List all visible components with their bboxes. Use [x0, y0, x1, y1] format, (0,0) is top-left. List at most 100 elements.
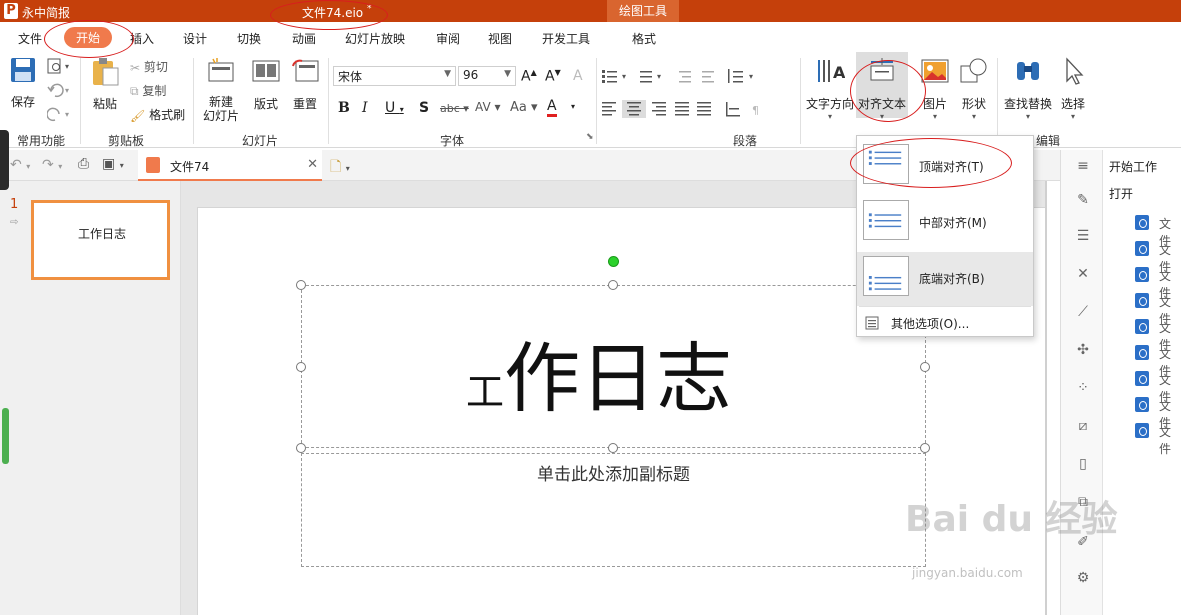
menu-item-align-middle[interactable]: 中部对齐(M) [857, 196, 1033, 250]
panel-resize-handle[interactable] [0, 130, 9, 190]
resize-handle-nw[interactable] [296, 280, 306, 290]
font-size-select[interactable]: 96 ▼ [458, 66, 516, 86]
resize-handle-se[interactable] [920, 443, 930, 453]
print-preview-icon[interactable]: ▾ [47, 58, 75, 74]
grid-icon[interactable]: ⁘ [1075, 380, 1091, 396]
strikethrough-icon[interactable]: abc ▾ [440, 102, 469, 115]
sliders-icon[interactable]: ☰ [1075, 228, 1091, 244]
undo-icon[interactable]: ↶ ▾ [10, 157, 30, 173]
annotation-ring-home-tab [44, 20, 134, 58]
new-document-icon[interactable]: 🗋 ▾ [330, 156, 350, 180]
clipboard-icon[interactable]: ▯ [1075, 456, 1091, 472]
save-button[interactable]: 保存 [8, 56, 38, 110]
subtitle-placeholder-text: 单击此处添加副标题 [537, 465, 690, 485]
char-spacing-icon[interactable]: AV ▾ [475, 100, 501, 114]
annotation-ring-doc-title [270, 0, 388, 30]
open-section-label: 打开 [1109, 187, 1134, 201]
tab-developer[interactable]: 开发工具 [542, 30, 590, 47]
paste-button[interactable]: 粘贴 [88, 56, 122, 112]
resize-handle-w[interactable] [296, 362, 306, 372]
format-painter-button[interactable]: 🖌 格式刷 [130, 106, 185, 123]
group-label-slides: 幻灯片 [242, 134, 279, 148]
drawing-tools-context-tab[interactable]: 绘图工具 [607, 0, 679, 22]
settings-icon[interactable]: ⚙ [1075, 570, 1091, 586]
task-pane-title: 开始工作 [1109, 160, 1158, 174]
reset-button[interactable]: 重置 [288, 56, 322, 112]
select-button[interactable]: 选择 ▾ [1058, 56, 1088, 121]
tab-design[interactable]: 设计 [183, 30, 207, 47]
close-tab-icon[interactable]: ✕ [307, 157, 318, 172]
vertical-scrollbar[interactable] [1045, 181, 1047, 615]
font-dialog-launcher-icon[interactable]: ⬊ [586, 132, 594, 142]
document-file-icon [1135, 267, 1149, 282]
clear-format-icon[interactable]: A [573, 68, 583, 84]
rotation-handle[interactable] [608, 256, 619, 267]
svg-text:▾: ▾ [65, 62, 69, 71]
layout-button[interactable]: 版式 [250, 56, 282, 112]
right-tool-bar: ≡ ✎ ☰ ✕ ⟋ ✣ ⁘ ⧄ ▯ ⧉ ✐ ⚙ [1060, 150, 1102, 615]
menu-bar: 文件 开始 插入 设计 切换 动画 幻灯片放映 审阅 视图 开发工具 格式 [0, 22, 1181, 52]
slide-title[interactable]: 工作日志 [466, 341, 732, 417]
pencil-icon[interactable]: ✎ [1075, 192, 1091, 208]
tab-transition[interactable]: 切换 [237, 30, 261, 47]
copy-button[interactable]: ⧉ 复制 [130, 82, 166, 99]
shape-button[interactable]: 形状 ▾ [957, 56, 991, 121]
group-label-edit: 编辑 [1036, 134, 1061, 148]
menu-item-align-bottom[interactable]: 底端对齐(B) [857, 252, 1033, 306]
print-preview-icon[interactable]: ⎙ [78, 156, 89, 172]
document-file-icon [1135, 423, 1149, 438]
brush-icon[interactable]: ⟋ [1075, 304, 1091, 320]
italic-icon[interactable]: I [362, 100, 368, 116]
document-file-icon [1135, 319, 1149, 334]
paste-icon [93, 58, 119, 86]
menu-item-more-options[interactable]: 其他选项(O)... [857, 312, 1033, 334]
slide-transition-icon: ⇨ [10, 217, 19, 228]
resize-handle-n[interactable] [608, 280, 618, 290]
paragraph-align-row[interactable]: ¶ [602, 100, 772, 118]
text-direction-button[interactable]: A 文字方向 ▾ [805, 56, 855, 121]
crop-icon[interactable]: ⧄ [1075, 418, 1091, 434]
redo-icon[interactable]: ↷ ▾ [42, 157, 62, 173]
scissors-icon: ✂ [130, 60, 141, 75]
grow-font-icon[interactable]: A▲ [521, 68, 537, 85]
resize-handle-sw[interactable] [296, 443, 306, 453]
bold-icon[interactable]: B [338, 100, 350, 116]
resize-handle-e[interactable] [920, 362, 930, 372]
shapes-icon[interactable]: ✣ [1075, 342, 1091, 358]
tools-icon[interactable]: ✕ [1075, 266, 1091, 282]
new-slide-button[interactable]: 新建 幻灯片 [199, 56, 243, 123]
font-color-icon[interactable]: A [547, 98, 557, 117]
paragraph-top-row: ▾ ▾ ▾ [602, 69, 753, 83]
layout-icon [252, 60, 280, 82]
presentation-file-icon [146, 157, 160, 173]
shadow-icon[interactable]: S [419, 100, 429, 116]
subtitle-placeholder[interactable]: 单击此处添加副标题 [301, 453, 926, 567]
slide-thumbnail[interactable]: 工作日志 [31, 200, 170, 280]
shrink-font-icon[interactable]: A▼ [545, 68, 561, 85]
tab-view[interactable]: 视图 [488, 30, 512, 47]
annotation-ring-align-top [850, 138, 1012, 188]
cut-button[interactable]: ✂ 剪切 [130, 58, 168, 75]
tab-file[interactable]: 文件 [18, 30, 42, 47]
collapse-icon[interactable]: ≡ [1075, 158, 1091, 174]
tab-format[interactable]: 格式 [632, 30, 656, 47]
tab-animation[interactable]: 动画 [292, 30, 316, 47]
group-label-common: 常用功能 [17, 134, 66, 148]
tab-slideshow[interactable]: 幻灯片放映 [345, 30, 405, 47]
new-slide-icon [208, 58, 234, 82]
redo-icon[interactable]: ▾ [47, 106, 75, 122]
document-tab[interactable]: 文件74 ✕ [138, 150, 322, 181]
underline-icon[interactable]: U ▾ [385, 100, 404, 116]
tab-review[interactable]: 审阅 [436, 30, 460, 47]
font-name-select[interactable]: 宋体 ▼ [333, 66, 456, 86]
change-case-icon[interactable]: Aa ▾ [510, 100, 538, 115]
save-icon[interactable]: ▣ ▾ [102, 156, 124, 172]
title-placeholder[interactable]: 工作日志 [301, 285, 926, 448]
font-color-dropdown-icon[interactable]: ▾ [571, 102, 575, 111]
find-replace-button[interactable]: 查找替换 ▾ [1002, 56, 1054, 121]
undo-icon[interactable]: ▾ [47, 82, 75, 98]
svg-text:▾: ▾ [657, 72, 661, 81]
resize-handle-s[interactable] [608, 443, 618, 453]
binoculars-icon [1017, 62, 1039, 80]
title-bar: P 永中简报 文件74.eio * 绘图工具 [0, 0, 1181, 22]
